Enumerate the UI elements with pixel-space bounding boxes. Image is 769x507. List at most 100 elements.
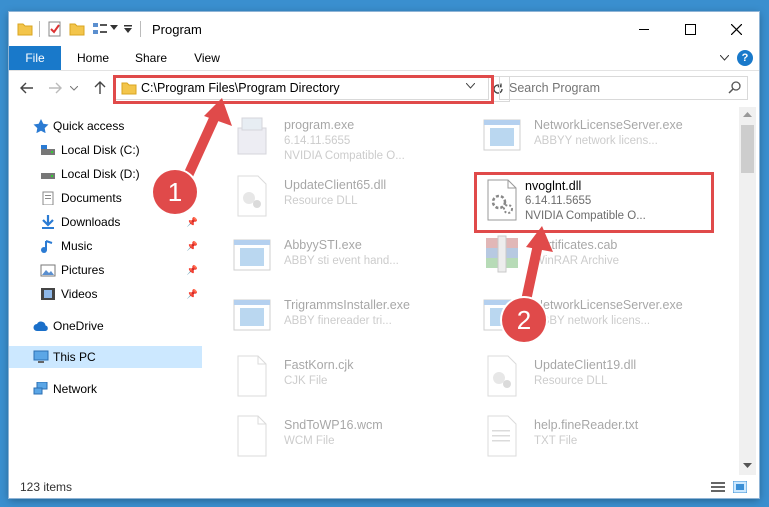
up-button[interactable] [91,79,109,97]
pictures-icon [40,264,56,277]
back-arrow-icon [20,82,33,94]
help-button[interactable]: ? [737,50,753,66]
file-detail: ABBY network licens... [534,315,651,327]
dll-file-icon [237,175,267,217]
forward-button[interactable] [46,79,64,97]
file-name: NetworkLicenseServer.exe [534,118,683,132]
sidebar-item-videos[interactable]: Videos 📌 [9,283,202,305]
file-item[interactable]: help.fineReader.txt TXT File [482,412,722,462]
generic-file-icon [237,355,267,397]
archive-file-icon [486,235,518,273]
file-detail: WCM File [284,435,335,447]
tab-home[interactable]: Home [69,46,117,70]
file-item[interactable]: TrigrammsInstaller.exe ABBY finereader t… [232,292,472,342]
file-item[interactable]: UpdateClient19.dll Resource DLL [482,352,722,402]
pin-icon: 📌 [186,289,198,299]
sidebar-item-network[interactable]: Network [9,378,202,400]
download-icon [42,215,54,229]
back-button[interactable] [18,79,36,97]
expand-ribbon-icon[interactable] [720,55,729,61]
file-detail: 6.14.11.5655 [525,195,592,207]
close-button[interactable] [713,12,759,46]
search-icon[interactable] [728,81,741,94]
maximize-button[interactable] [667,12,713,46]
exe-file-icon [237,117,267,155]
file-name: help.fineReader.txt [534,418,639,432]
file-name: TrigrammsInstaller.exe [284,298,410,312]
file-item[interactable]: UpdateClient65.dll Resource DLL [232,172,472,222]
sidebar-item-label: Downloads [61,215,121,229]
network-icon [33,382,48,395]
chevron-down-icon[interactable] [466,83,475,89]
tab-share[interactable]: Share [127,46,175,70]
sidebar-item-label: Music [61,239,93,253]
explorer-window: Program File Home Share View ? C:\Progra… [9,12,759,498]
documents-icon [42,191,54,205]
separator [39,21,40,37]
item-count: 123 items [20,480,73,494]
file-detail: TXT File [534,435,578,447]
sidebar-item-downloads[interactable]: Downloads 📌 [9,211,202,233]
new-folder-icon[interactable] [69,21,85,37]
address-bar[interactable]: C:\Program Files\Program Directory [114,76,510,102]
file-name: program.exe [284,118,355,132]
generic-file-icon [237,415,267,457]
maximize-icon [684,23,696,35]
recent-locations-button[interactable] [69,79,79,97]
file-item[interactable]: AbbyySTI.exe ABBY sti event hand... [232,232,472,282]
tab-view[interactable]: View [184,46,230,70]
title-bar: Program [9,12,759,46]
sidebar-item-music[interactable]: Music 📌 [9,235,202,257]
pin-icon: 📌 [186,241,198,251]
app-window-icon [483,119,521,151]
file-name: AbbyySTI.exe [284,238,362,252]
file-detail: NVIDIA Compatible O... [525,210,646,222]
sidebar-item-label: Videos [61,287,98,301]
folder-icon [17,23,33,36]
sidebar-item-pictures[interactable]: Pictures 📌 [9,259,202,281]
music-icon [41,240,53,253]
navigation-pane: Quick access Local Disk (C:) Local Disk … [9,107,202,475]
app-window-icon [233,299,271,331]
vertical-scrollbar[interactable] [739,107,756,475]
sidebar-item-label: This PC [53,350,96,364]
file-item[interactable]: SndToWP16.wcm WCM File [232,412,472,462]
file-item[interactable]: NetworkLicenseServer.exe ABBYY network l… [482,112,722,162]
chevron-down-icon[interactable] [110,25,118,31]
step-badge-2: 2 [502,298,546,342]
file-item[interactable]: FastKorn.cjk CJK File [232,352,472,402]
file-detail: CJK File [284,375,328,387]
search-box[interactable] [499,76,748,100]
search-input[interactable] [500,77,726,99]
properties-icon[interactable] [47,21,63,37]
details-view-icon[interactable] [711,481,725,493]
scroll-down-icon[interactable] [743,463,752,469]
computer-icon [33,350,49,363]
view-options-icon[interactable] [92,21,108,37]
minimize-button[interactable] [621,12,667,46]
minimize-icon [639,29,649,30]
sidebar-item-this-pc[interactable]: This PC [9,346,202,368]
large-icons-view-icon[interactable] [733,481,747,493]
sidebar-item-onedrive[interactable]: OneDrive [9,315,202,337]
scroll-thumb[interactable] [741,125,754,173]
address-path: C:\Program Files\Program Directory [141,81,340,95]
close-icon [730,23,742,35]
tab-file[interactable]: File [9,46,61,70]
window-title: Program [152,22,202,37]
ribbon-tabs: File Home Share View ? [9,46,759,71]
sidebar-item-local-disk-c[interactable]: Local Disk (C:) [9,139,202,161]
file-name: NetworkLicenseServer.exe [534,298,683,312]
file-item[interactable]: program.exe 6.14.11.5655 NVIDIA Compatib… [232,112,472,162]
highlighted-file-item[interactable]: nvoglnt.dll 6.14.11.5655 NVIDIA Compatib… [474,172,714,233]
file-list: program.exe 6.14.11.5655 NVIDIA Compatib… [202,107,739,475]
file-item[interactable]: certificates.cab WinRAR Archive [482,232,722,282]
scroll-up-icon[interactable] [743,112,752,118]
app-window-icon [233,239,271,271]
sidebar-item-quick-access[interactable]: Quick access [9,115,202,137]
sidebar-item-label: Network [53,382,98,396]
file-detail: Resource DLL [534,375,608,387]
customize-toolbar-icon[interactable] [123,24,133,34]
folder-icon [121,82,137,95]
sidebar-item-label: OneDrive [53,319,104,333]
